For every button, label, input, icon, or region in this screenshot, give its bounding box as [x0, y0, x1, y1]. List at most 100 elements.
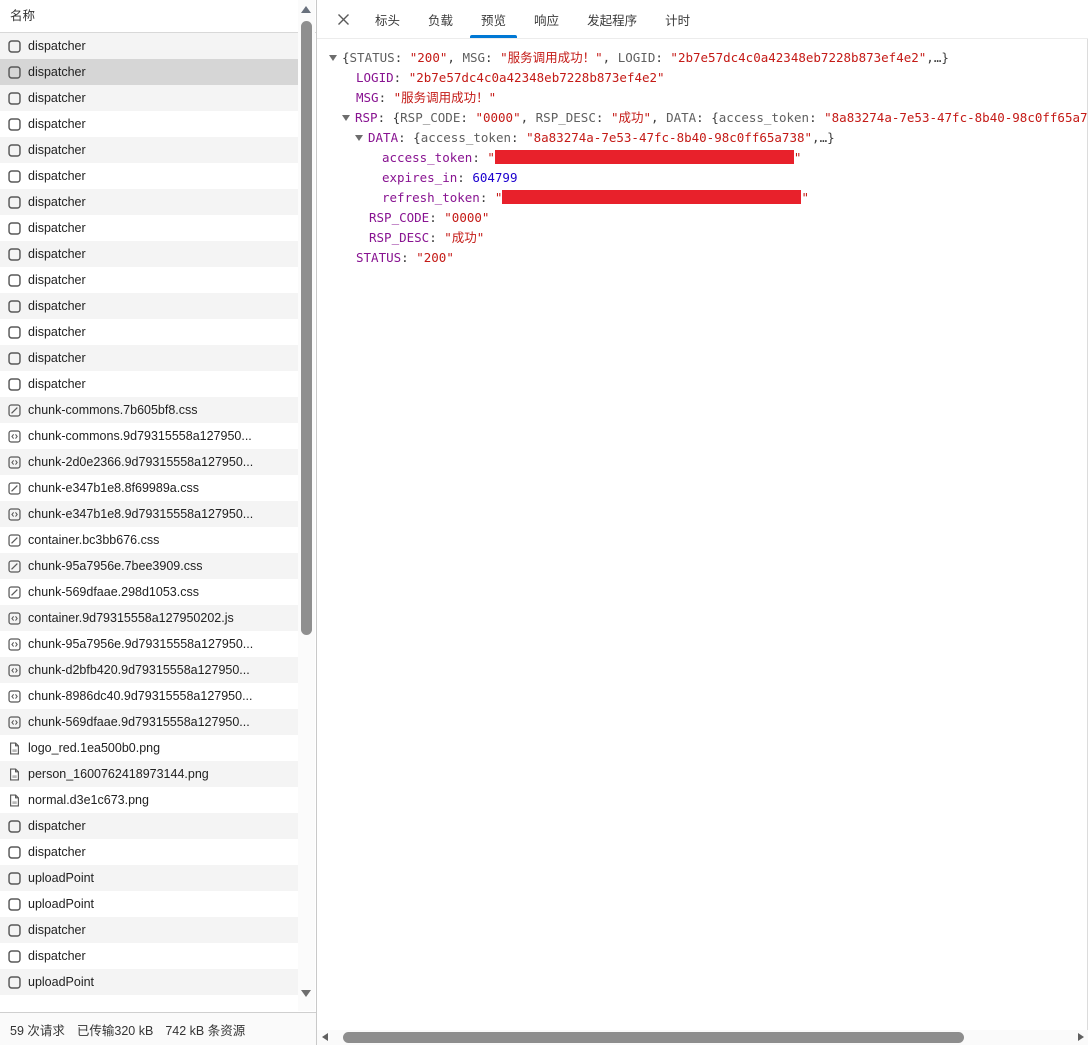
request-row[interactable]: dispatcher	[0, 917, 298, 943]
scroll-down-icon[interactable]	[301, 990, 311, 997]
css-icon	[8, 534, 21, 547]
json-string: "	[794, 150, 802, 165]
close-icon	[336, 12, 351, 27]
request-row[interactable]: dispatcher	[0, 33, 298, 59]
json-tree-line[interactable]: STATUS: "200"	[329, 248, 1087, 268]
request-row[interactable]: dispatcher	[0, 85, 298, 111]
json-punctuation: : {	[398, 130, 421, 145]
request-row[interactable]: dispatcher	[0, 163, 298, 189]
json-key: MSG	[356, 90, 379, 105]
request-row[interactable]: uploadPoint	[0, 891, 298, 917]
json-punctuation: :	[395, 50, 410, 65]
json-tree-line[interactable]: access_token: ""	[329, 148, 1087, 168]
request-row[interactable]: dispatcher	[0, 371, 298, 397]
request-row[interactable]: person_1600762418973144.png	[0, 761, 298, 787]
request-name: dispatcher	[28, 143, 86, 157]
request-row[interactable]: dispatcher	[0, 839, 298, 865]
tab-preview[interactable]: 预览	[468, 0, 519, 38]
request-row[interactable]: dispatcher	[0, 59, 298, 85]
request-row[interactable]: chunk-2d0e2366.9d79315558a127950...	[0, 449, 298, 475]
json-tree-line[interactable]: expires_in: 604799	[329, 168, 1087, 188]
json-tree-line[interactable]: RSP_DESC: "成功"	[329, 228, 1087, 248]
close-detail-button[interactable]	[325, 0, 361, 38]
request-detail-panel: 标头负载预览响应发起程序计时 {STATUS: "200", MSG: "服务调…	[317, 0, 1088, 1045]
request-name: dispatcher	[28, 169, 86, 183]
request-row[interactable]: container.bc3bb676.css	[0, 527, 298, 553]
request-row[interactable]: chunk-commons.7b605bf8.css	[0, 397, 298, 423]
tab-initiator[interactable]: 发起程序	[574, 0, 650, 38]
request-name: dispatcher	[28, 819, 86, 833]
json-preview-key: RSP_CODE	[400, 110, 460, 125]
request-row[interactable]: chunk-d2bfb420.9d79315558a127950...	[0, 657, 298, 683]
request-row[interactable]: dispatcher	[0, 215, 298, 241]
request-row[interactable]: dispatcher	[0, 345, 298, 371]
scroll-up-icon[interactable]	[301, 6, 311, 13]
name-column-header[interactable]: 名称	[0, 0, 316, 33]
tab-headers[interactable]: 标头	[362, 0, 413, 38]
xhr-icon	[8, 950, 21, 963]
json-tree-line[interactable]: DATA: {access_token: "8a83274a-7e53-47fc…	[329, 128, 1087, 148]
request-row[interactable]: chunk-569dfaae.298d1053.css	[0, 579, 298, 605]
json-punctuation: :	[485, 50, 500, 65]
request-row[interactable]: dispatcher	[0, 813, 298, 839]
request-name: person_1600762418973144.png	[28, 767, 209, 781]
expander-triangle-icon[interactable]	[342, 115, 350, 121]
request-row[interactable]: uploadPoint	[0, 865, 298, 891]
xhr-icon	[8, 144, 21, 157]
json-tree-line[interactable]: refresh_token: ""	[329, 188, 1087, 208]
tab-payload[interactable]: 负载	[415, 0, 466, 38]
expander-triangle-icon[interactable]	[329, 55, 337, 61]
request-row[interactable]: chunk-8986dc40.9d79315558a127950...	[0, 683, 298, 709]
request-row[interactable]: chunk-569dfaae.9d79315558a127950...	[0, 709, 298, 735]
scroll-left-icon[interactable]	[322, 1033, 328, 1041]
css-icon	[8, 482, 21, 495]
json-tree-line[interactable]: RSP_CODE: "0000"	[329, 208, 1087, 228]
json-preview-key: RSP_DESC	[536, 110, 596, 125]
request-row[interactable]: dispatcher	[0, 189, 298, 215]
request-row[interactable]: chunk-95a7956e.7bee3909.css	[0, 553, 298, 579]
js-icon	[8, 716, 21, 729]
request-row[interactable]: container.9d79315558a127950202.js	[0, 605, 298, 631]
request-name: dispatcher	[28, 325, 86, 339]
js-icon	[8, 638, 21, 651]
request-row[interactable]: chunk-e347b1e8.8f69989a.css	[0, 475, 298, 501]
status-bar: 59 次请求 已传输320 kB 742 kB 条资源	[0, 1012, 316, 1045]
json-preview-key: DATA	[666, 110, 696, 125]
request-name: chunk-569dfaae.9d79315558a127950...	[28, 715, 250, 729]
tab-response[interactable]: 响应	[521, 0, 572, 38]
json-string: "	[495, 190, 503, 205]
vertical-scrollbar[interactable]	[298, 0, 315, 1011]
json-tree-line[interactable]: RSP: {RSP_CODE: "0000", RSP_DESC: "成功", …	[329, 108, 1087, 128]
json-key: RSP_DESC	[369, 230, 429, 245]
request-row[interactable]: dispatcher	[0, 111, 298, 137]
horizontal-scroll-thumb[interactable]	[343, 1032, 964, 1043]
request-row[interactable]: uploadPoint	[0, 969, 298, 995]
request-row[interactable]: dispatcher	[0, 293, 298, 319]
request-row[interactable]: dispatcher	[0, 241, 298, 267]
request-row[interactable]: chunk-95a7956e.9d79315558a127950...	[0, 631, 298, 657]
json-string: "0000"	[475, 110, 520, 125]
json-string: "200"	[410, 50, 448, 65]
json-punctuation: :	[379, 90, 394, 105]
horizontal-scrollbar[interactable]	[317, 1030, 1088, 1045]
request-row[interactable]: normal.d3e1c673.png	[0, 787, 298, 813]
json-punctuation: :	[596, 110, 611, 125]
expander-triangle-icon[interactable]	[355, 135, 363, 141]
json-tree-line[interactable]: {STATUS: "200", MSG: "服务调用成功！", LOGID: "…	[329, 48, 1087, 68]
json-punctuation: :	[655, 50, 670, 65]
json-punctuation: :	[457, 170, 472, 185]
request-row[interactable]: dispatcher	[0, 267, 298, 293]
request-row[interactable]: dispatcher	[0, 319, 298, 345]
request-row[interactable]: dispatcher	[0, 137, 298, 163]
request-row[interactable]: chunk-commons.9d79315558a127950...	[0, 423, 298, 449]
scroll-right-icon[interactable]	[1078, 1033, 1084, 1041]
tab-timing[interactable]: 计时	[652, 0, 703, 38]
json-tree-line[interactable]: LOGID: "2b7e57dc4c0a42348eb7228b873ef4e2…	[329, 68, 1087, 88]
request-name: dispatcher	[28, 949, 86, 963]
request-row[interactable]: dispatcher	[0, 943, 298, 969]
request-row[interactable]: logo_red.1ea500b0.png	[0, 735, 298, 761]
request-row[interactable]: chunk-e347b1e8.9d79315558a127950...	[0, 501, 298, 527]
vertical-scroll-thumb[interactable]	[301, 21, 312, 635]
json-tree-line[interactable]: MSG: "服务调用成功！"	[329, 88, 1087, 108]
json-punctuation: ,…}	[926, 50, 949, 65]
